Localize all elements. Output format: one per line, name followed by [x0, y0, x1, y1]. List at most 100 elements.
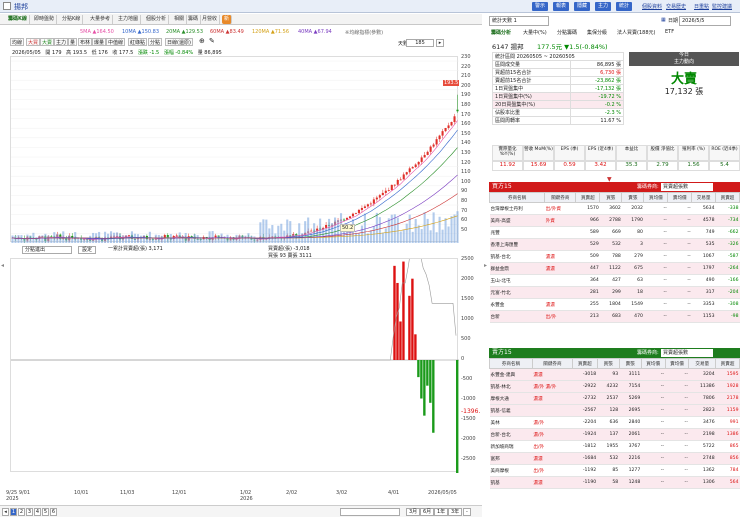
- sell-sort-select[interactable]: 買賣超張數: [661, 349, 713, 357]
- col-header[interactable]: 買賣超: [715, 192, 740, 203]
- toggle-big-sell[interactable]: 大賣: [40, 38, 55, 46]
- scroll-track[interactable]: [340, 508, 400, 516]
- menu-chip-analysis[interactable]: 籌碼分析: [491, 29, 511, 36]
- toggle-surge[interactable]: 爆量: [92, 38, 107, 46]
- tab-chip-k[interactable]: 籌碼K線: [6, 15, 30, 24]
- menu-institutional[interactable]: 法人買賣(188元): [617, 29, 655, 36]
- col-header[interactable]: 關鍵券商: [531, 358, 573, 369]
- broker-row[interactable]: 凱基 濃濃 -1190 58 1248 -- -- 1306 564: [489, 476, 740, 489]
- page-5[interactable]: 5: [42, 508, 49, 516]
- col-header[interactable]: 券商名稱: [488, 192, 546, 203]
- tab-monthly-revenue[interactable]: 月營收: [200, 15, 221, 24]
- col-header[interactable]: 賣均價: [667, 192, 693, 203]
- stock-info-link[interactable]: 個股資料: [642, 3, 662, 10]
- candlestick-chart[interactable]: [10, 56, 459, 244]
- branch-net-chart[interactable]: [10, 239, 459, 490]
- col-header[interactable]: 賣張: [621, 192, 645, 203]
- broker-row[interactable]: 永豐金-建興 濃濃 -3018 93 3111 -- -- 3204 1595: [489, 368, 740, 381]
- prev-page-button[interactable]: ◂: [2, 508, 9, 516]
- broker-row[interactable]: 台新 出/外 213 683 470 -- -- 1153 -98: [489, 310, 740, 323]
- broker-row[interactable]: 摩根大通 濃濃 -2732 2537 5269 -- -- 7806 2178: [489, 392, 740, 405]
- page-4[interactable]: 4: [34, 508, 41, 516]
- indicator-settings-button[interactable]: 設定: [78, 246, 97, 254]
- broker-row[interactable]: 凱基-台北 濃濃 509 788 279 -- -- 1067 -587: [489, 250, 740, 263]
- broker-row[interactable]: 台新-台北 濃/外 -1924 137 2061 -- -- 2198 1386: [489, 428, 740, 441]
- menu-etf[interactable]: ETF: [665, 29, 674, 35]
- buy-sort-select[interactable]: 買賣超張數: [661, 183, 713, 191]
- main-force-button[interactable]: 主力: [595, 2, 612, 11]
- broker-row[interactable]: 凱基-林北 濃/外 濃/外 -2922 4232 7154 -- -- 11386 1928: [489, 380, 740, 393]
- tab-volume-ref[interactable]: 大量參考: [88, 15, 114, 24]
- period-select[interactable]: 日線(還原): [165, 38, 193, 46]
- range-3y-button[interactable]: 3年: [448, 508, 463, 516]
- tab-chips[interactable]: 籌碼: [186, 15, 202, 24]
- ma-note[interactable]: ※均線指標(參數): [345, 29, 383, 36]
- broker-row[interactable]: 台灣摩根士丹利 出/外資 1570 3602 2032 -- -- 5634 -338: [489, 202, 740, 215]
- broker-row[interactable]: 群益金鼎 濃濃 447 1122 675 -- -- 1797 -264: [489, 262, 740, 275]
- tab-related[interactable]: 相關: [172, 15, 188, 24]
- toggle-bollinger[interactable]: 布林: [78, 38, 93, 46]
- trade-history-link[interactable]: 交易歷史: [666, 3, 686, 10]
- monitor-link[interactable]: 監控建議: [712, 3, 732, 10]
- menu-tdcc[interactable]: 集保分級: [587, 29, 607, 36]
- col-header[interactable]: 買張: [599, 192, 623, 203]
- toggle-branch[interactable]: 分點: [148, 38, 163, 46]
- date-icon[interactable]: ▦: [661, 17, 666, 23]
- indicator-select[interactable]: 分點進出: [22, 246, 72, 254]
- menu-branch-chips[interactable]: 分點籌碼: [557, 29, 577, 36]
- tab-branch-k[interactable]: 分點K線: [60, 15, 84, 24]
- toggle-volume[interactable]: 量: [68, 38, 78, 46]
- col-header[interactable]: 買賣超: [575, 192, 601, 203]
- tab-realtime[interactable]: 即時盤勢: [32, 15, 58, 24]
- broker-row[interactable]: 美林 濃/外 -2204 636 2840 -- -- 3476 991: [489, 416, 740, 429]
- date-input[interactable]: 2026/5/5: [679, 16, 731, 26]
- page-2[interactable]: 2: [18, 508, 25, 516]
- col-header[interactable]: 買張: [596, 358, 620, 369]
- page-6[interactable]: 6: [50, 508, 57, 516]
- page-3[interactable]: 3: [26, 508, 33, 516]
- zoom-out-button[interactable]: -: [463, 508, 471, 516]
- broker-row[interactable]: 凱基-信義 -2567 128 2695 -- -- 2823 1159: [489, 404, 740, 417]
- col-header[interactable]: 買賣超: [571, 358, 598, 369]
- toggle-big-buy[interactable]: 大買: [26, 38, 41, 46]
- range-3m-button[interactable]: 3月: [406, 508, 421, 516]
- page-1[interactable]: 1: [10, 508, 17, 516]
- broker-row[interactable]: 富邦 濃濃 -1684 532 2216 -- -- 2748 856: [489, 452, 740, 465]
- daily-focus-link[interactable]: 日重點: [694, 3, 709, 10]
- days-apply-button[interactable]: ▸: [436, 39, 444, 47]
- right-splitter-icon[interactable]: ▸: [484, 262, 487, 269]
- broker-row[interactable]: 新加坡商瑞 出/外 -1812 1955 3767 -- -- 5722 865: [489, 440, 740, 453]
- col-header[interactable]: 買賣超: [715, 358, 740, 369]
- col-header[interactable]: 關鍵券商: [544, 192, 577, 203]
- col-header[interactable]: 買均價: [640, 358, 666, 369]
- alert-button[interactable]: 警示: [532, 2, 549, 11]
- toggle-median[interactable]: 中值線: [106, 38, 126, 46]
- broker-row[interactable]: 永豐金 濃濃 255 1804 1549 -- -- 3353 -308: [489, 298, 740, 311]
- toggle-ma[interactable]: 均線: [10, 38, 25, 46]
- broker-row[interactable]: 美商-高盛 外資 966 2788 1790 -- -- 4578 -734: [489, 214, 740, 227]
- hide-button[interactable]: 隱藏: [574, 2, 591, 11]
- menu-icon[interactable]: [3, 2, 11, 10]
- col-header[interactable]: 券商名稱: [489, 358, 533, 369]
- broker-row[interactable]: 元富-竹北 281 299 18 -- -- 317 -204: [489, 286, 740, 299]
- left-splitter-icon[interactable]: ◂: [1, 262, 4, 269]
- report-button[interactable]: 報表: [553, 2, 570, 11]
- col-header[interactable]: 賣張: [618, 358, 642, 369]
- broker-row[interactable]: 美商摩根 出/外 -1192 85 1277 -- -- 1362 784: [489, 464, 740, 477]
- stats-button[interactable]: 統計: [616, 2, 633, 11]
- broker-row[interactable]: 香港上海匯豐 529 532 3 -- -- 535 -326: [489, 238, 740, 251]
- broker-row[interactable]: 兆豐 589 669 80 -- -- 749 -662: [489, 226, 740, 239]
- tab-main-map[interactable]: 主力地圖: [116, 15, 142, 24]
- stat-days-select[interactable]: 統計天數 1: [489, 16, 549, 26]
- col-header[interactable]: 買均價: [643, 192, 669, 203]
- col-header[interactable]: 交易量: [688, 358, 717, 369]
- toggle-rg-dots[interactable]: 紅綠點: [128, 38, 148, 46]
- range-6m-button[interactable]: 6月: [420, 508, 435, 516]
- range-1y-button[interactable]: 1年: [434, 508, 449, 516]
- menu-big-volume[interactable]: 大量中(%): [523, 29, 547, 36]
- days-input[interactable]: 185: [406, 39, 434, 47]
- toggle-main[interactable]: 主力: [54, 38, 69, 46]
- col-header[interactable]: 交易量: [691, 192, 717, 203]
- draw-icon[interactable]: ✎: [208, 38, 216, 46]
- tab-stock-analysis[interactable]: 個股分析: [144, 15, 170, 24]
